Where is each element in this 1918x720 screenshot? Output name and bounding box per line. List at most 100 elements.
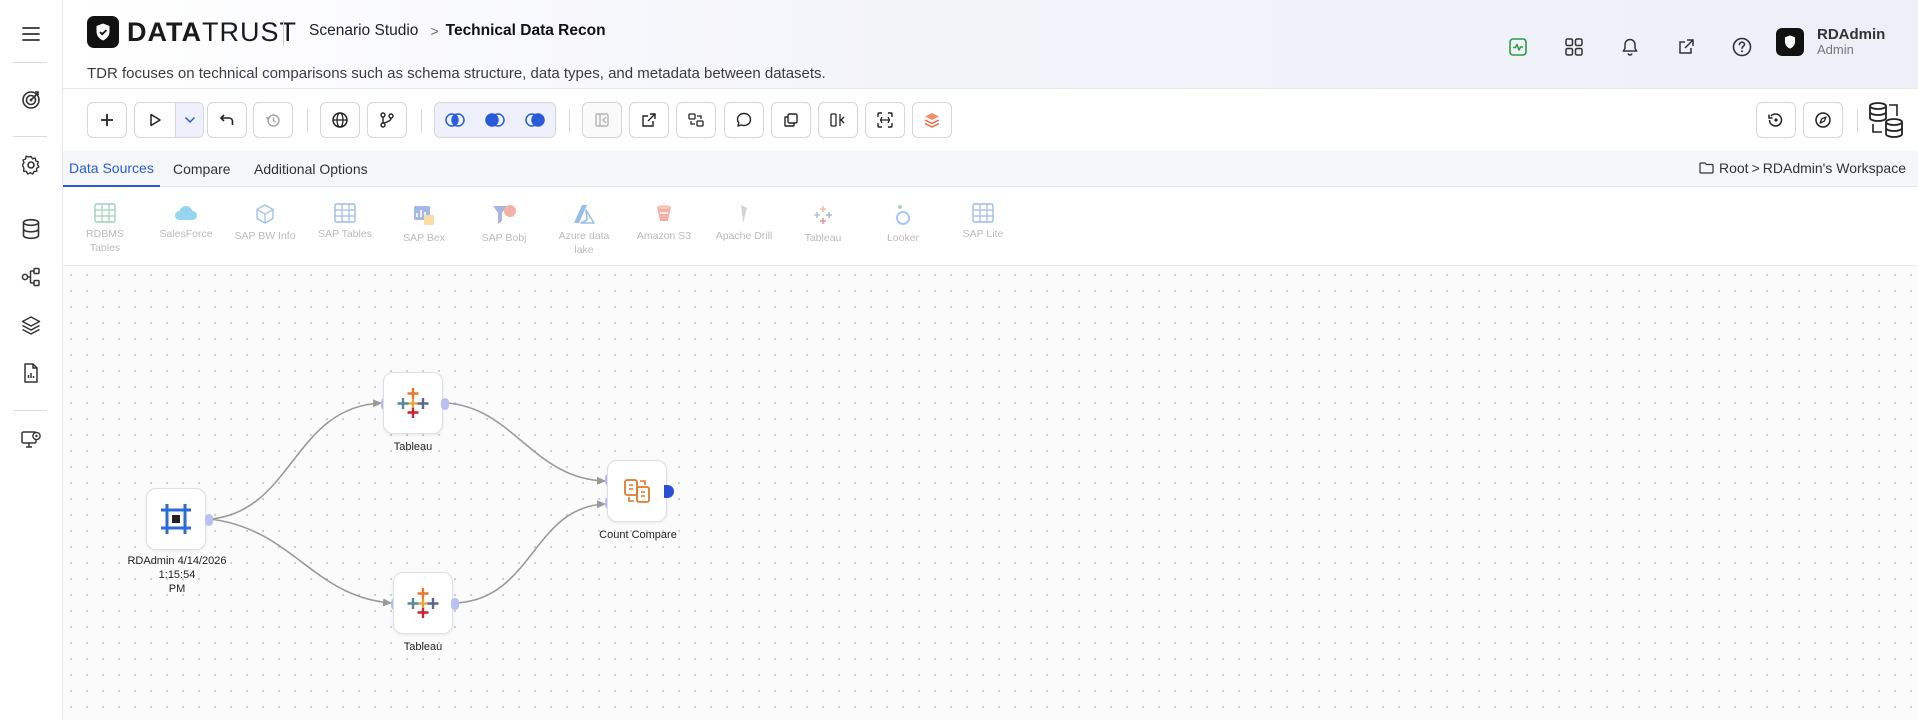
palette-label: Azure data	[558, 230, 610, 242]
help-icon[interactable]	[1725, 30, 1759, 64]
monitor-icon[interactable]	[12, 420, 50, 458]
bell-icon[interactable]	[1613, 30, 1647, 64]
s3-bucket-icon	[657, 205, 671, 221]
palette-item-rdbms-tables[interactable]: RDBMS Tables	[70, 203, 140, 255]
app-logo[interactable]: DATATRUST	[87, 16, 297, 48]
comment-button[interactable]	[724, 102, 764, 138]
user-menu[interactable]: RDAdmin Admin	[1776, 27, 1885, 57]
stack-layers-button[interactable]	[912, 102, 952, 138]
node-tableau-bottom[interactable]	[393, 572, 453, 634]
top-header: DATATRUST Scenario Studio > Technical Da…	[63, 0, 1918, 89]
scan-button[interactable]	[865, 102, 905, 138]
apps-grid-icon[interactable]	[1557, 30, 1591, 64]
palette-label: lake	[574, 244, 594, 256]
play-icon	[135, 112, 175, 128]
layers-icon[interactable]	[12, 306, 50, 344]
palette-item-tableau[interactable]: Tableau	[788, 203, 858, 245]
workspace-breadcrumb[interactable]: Root > RDAdmin's Workspace	[1699, 160, 1906, 176]
folder-icon	[1699, 162, 1714, 174]
table-icon	[972, 203, 994, 223]
palette-label: SAP Lite	[962, 228, 1004, 240]
palette-label: SalesForce	[159, 228, 213, 240]
inner-join-icon[interactable]	[435, 103, 475, 137]
drill-icon	[741, 205, 747, 223]
avatar	[1776, 28, 1804, 56]
target-icon[interactable]	[12, 81, 50, 119]
palette-item-sap-lite[interactable]: SAP Lite	[948, 203, 1018, 241]
right-join-icon[interactable]	[515, 103, 555, 137]
palette-item-azure-data-lake[interactable]: Azure data lake	[549, 203, 619, 257]
palette-label: Tables	[89, 242, 121, 254]
page-subtitle: TDR focuses on technical comparisons suc…	[87, 65, 826, 82]
left-rail	[0, 0, 63, 720]
globe-button[interactable]	[320, 102, 360, 138]
palette-label: Tableau	[804, 232, 842, 244]
palette-label: SAP Tables	[318, 228, 372, 240]
compass-button[interactable]	[1803, 102, 1843, 138]
swap-button[interactable]	[676, 102, 716, 138]
rail-divider	[13, 410, 47, 411]
node-source-label: RDAdmin 4/14/2026 1:15:54 PM	[127, 555, 227, 595]
palette-item-apache-drill[interactable]: Apache Drill	[709, 203, 779, 243]
compare-columns-button[interactable]	[818, 102, 858, 138]
cube-icon	[256, 204, 274, 224]
toolbar-divider	[307, 109, 308, 133]
toolbar-divider	[569, 109, 570, 133]
left-join-icon[interactable]	[475, 103, 515, 137]
open-external-button[interactable]	[629, 102, 669, 138]
palette-item-looker[interactable]: Looker	[868, 203, 938, 245]
activity-icon[interactable]	[1501, 30, 1535, 64]
palette-item-sap-bw-info[interactable]: SAP BW Info	[230, 203, 300, 243]
tab-data-sources[interactable]: Data Sources	[63, 151, 160, 187]
breadcrumb-studio[interactable]: Scenario Studio	[309, 22, 418, 40]
bobj-icon	[493, 205, 516, 224]
tableau-icon	[814, 206, 832, 224]
branch-button[interactable]	[367, 102, 407, 138]
palette-item-sap-tables[interactable]: SAP Tables	[310, 203, 380, 241]
lineage-icon[interactable]	[12, 258, 50, 296]
external-link-icon[interactable]	[1669, 30, 1703, 64]
node-count-compare[interactable]	[607, 460, 667, 522]
user-role: Admin	[1817, 42, 1854, 57]
looker-icon	[896, 205, 910, 225]
palette-item-amazon-s3[interactable]: Amazon S3	[629, 203, 699, 243]
palette-item-sap-bex[interactable]: SAP Bex	[389, 203, 459, 245]
node-output-port[interactable]	[441, 398, 449, 410]
collapse-button[interactable]	[582, 102, 622, 138]
node-tableau-bottom-label: Tableau	[403, 641, 443, 653]
node-output-port[interactable]	[205, 514, 213, 526]
add-button[interactable]	[87, 102, 127, 138]
palette-item-salesforce[interactable]: SalesForce	[151, 203, 221, 241]
workspace-separator: >	[1751, 160, 1760, 176]
node-tableau-top[interactable]	[383, 372, 443, 434]
undo-button[interactable]	[207, 102, 247, 138]
database-icon[interactable]	[12, 210, 50, 248]
tab-additional-options[interactable]: Additional Options	[248, 151, 374, 187]
run-button[interactable]	[134, 102, 204, 138]
node-output-port[interactable]	[451, 598, 459, 610]
workspace-root[interactable]: Root	[1719, 160, 1749, 176]
settings-icon[interactable]	[12, 146, 50, 184]
edge	[455, 500, 606, 604]
edge	[209, 399, 382, 520]
database-sync-icon[interactable]	[1866, 99, 1906, 141]
node-count-compare-label: Count Compare	[599, 529, 677, 541]
grid-square-icon	[161, 504, 191, 534]
rail-divider	[13, 136, 47, 137]
menu-icon[interactable]	[12, 15, 50, 53]
user-name: RDAdmin	[1817, 26, 1886, 43]
workflow-canvas[interactable]: RDAdmin 4/14/2026 1:15:54 PM Tableau Tabl…	[63, 267, 1918, 720]
report-icon[interactable]	[12, 354, 50, 392]
toolbar-divider	[421, 109, 422, 133]
node-source[interactable]	[146, 488, 206, 550]
table-icon	[334, 203, 356, 223]
history-button[interactable]	[253, 102, 293, 138]
toolbar-divider	[1857, 109, 1858, 133]
tab-compare[interactable]: Compare	[167, 151, 237, 187]
edges-layer	[209, 399, 606, 607]
workspace-name[interactable]: RDAdmin's Workspace	[1763, 160, 1906, 176]
restore-button[interactable]	[1756, 102, 1796, 138]
duplicate-button[interactable]	[771, 102, 811, 138]
palette-item-sap-bobj[interactable]: SAP Bobj	[469, 203, 539, 245]
chevron-down-icon[interactable]	[175, 103, 203, 137]
